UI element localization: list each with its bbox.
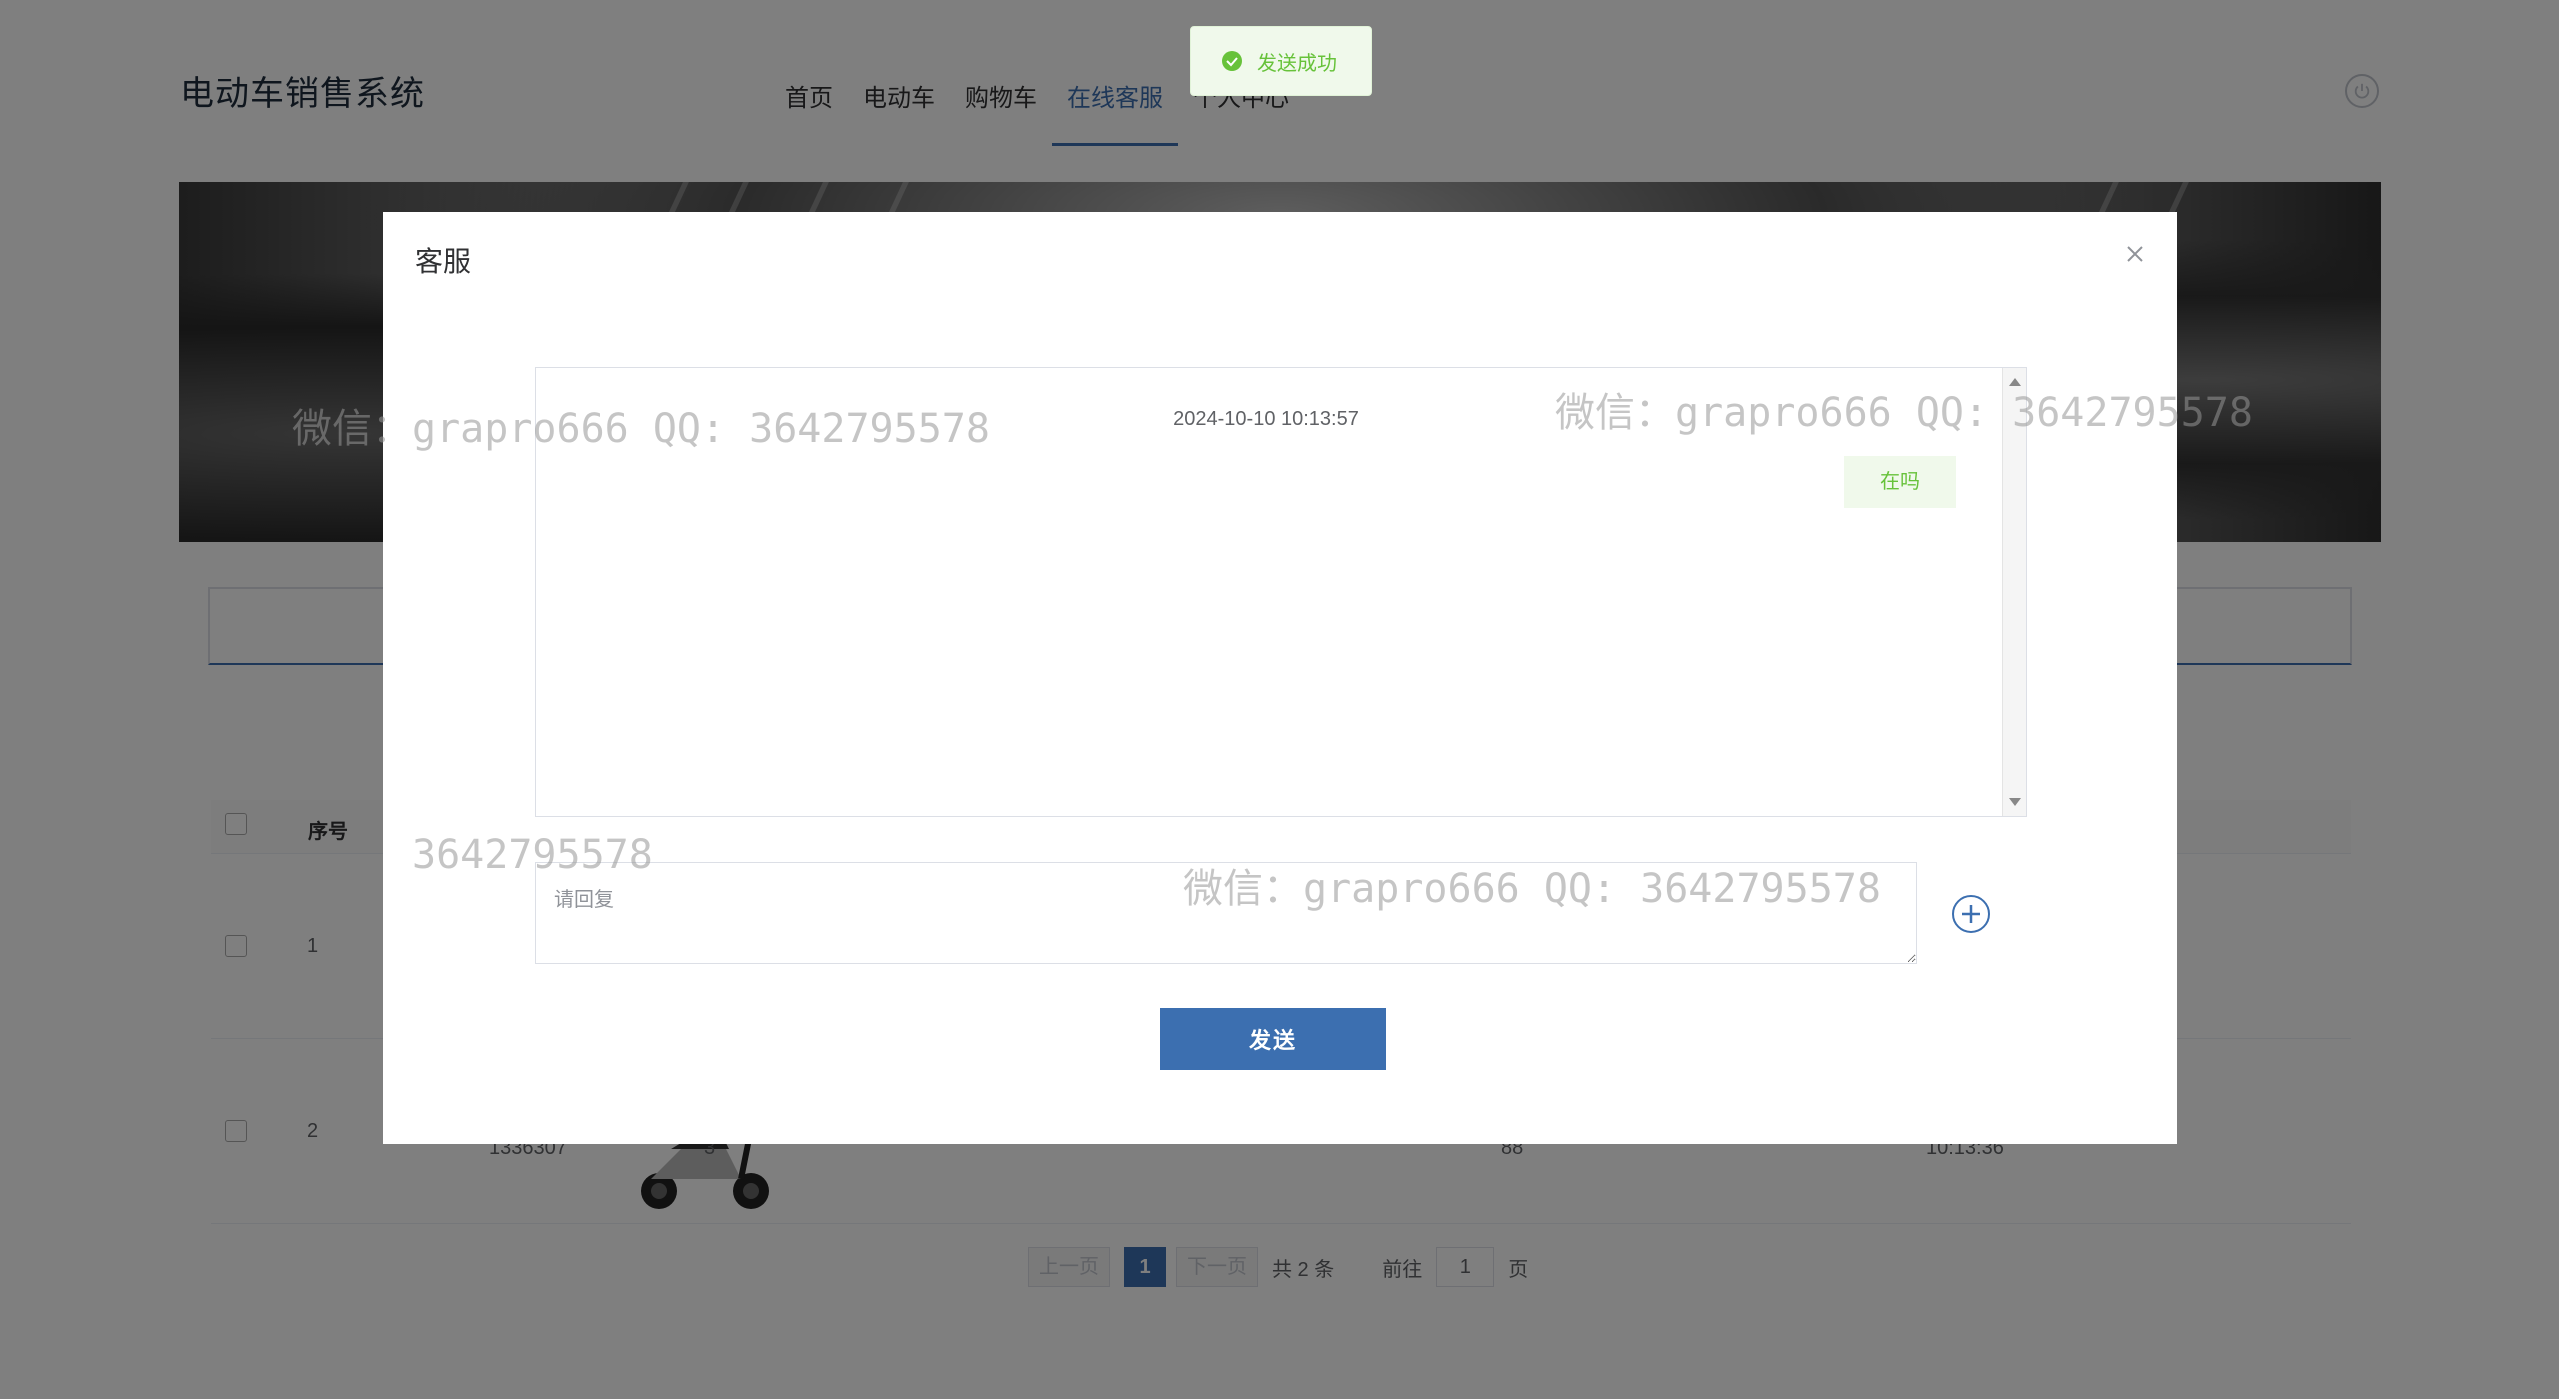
scroll-down-arrow-icon[interactable] [2009,798,2021,806]
reply-input[interactable] [535,862,1917,964]
chat-history[interactable]: 2024-10-10 10:13:57 在吗 [535,367,2027,817]
close-icon[interactable] [2123,242,2147,266]
add-circle-icon[interactable] [1951,894,1991,934]
send-button[interactable]: 发送 [1160,1008,1386,1070]
chat-timestamp: 2024-10-10 10:13:57 [1173,408,1359,430]
success-toast: 发送成功 [1190,26,1372,96]
dialog-title: 客服 [415,245,472,278]
scroll-up-arrow-icon[interactable] [2009,378,2021,386]
chat-scrollbar[interactable] [2002,368,2026,816]
customer-service-dialog: 客服 2024-10-10 10:13:57 在吗 发送 [383,212,2177,1144]
check-circle-icon [1222,51,1242,71]
chat-message-bubble: 在吗 [1844,456,1956,508]
toast-message: 发送成功 [1257,50,1337,75]
